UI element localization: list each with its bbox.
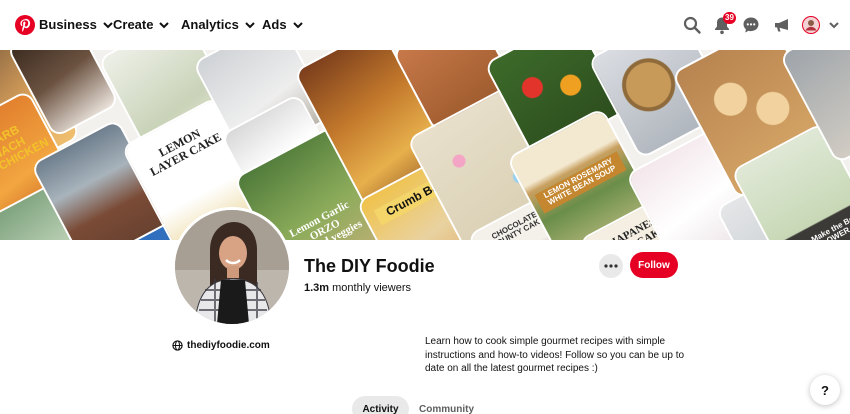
messages-icon[interactable] [741, 15, 761, 35]
analytics-menu-label: Analytics [181, 17, 239, 32]
banner-tile-caption: LEMON ROSEMARY WHITE BEAN SOUP [534, 151, 627, 214]
website-link[interactable]: thediyfoodie.com [172, 340, 270, 351]
ads-menu-label: Ads [262, 17, 287, 32]
monthly-viewers: 1.3m monthly viewers [304, 282, 411, 294]
ads-menu[interactable]: Ads [262, 17, 303, 32]
chevron-down-icon [245, 21, 255, 28]
banner-tile-caption: Lemon Garlic ORZO roasted veggies [287, 198, 365, 240]
account-avatar-icon[interactable] [801, 15, 821, 35]
globe-icon [172, 340, 183, 351]
search-icon[interactable] [682, 15, 702, 35]
business-menu-label: Business [39, 17, 97, 32]
website-url: thediyfoodie.com [187, 340, 270, 351]
help-button[interactable]: ? [810, 375, 840, 405]
tab-activity[interactable]: Activity [352, 396, 409, 414]
chevron-down-icon [159, 21, 170, 28]
more-options-button[interactable] [599, 254, 623, 278]
profile-bio: Learn how to cook simple gourmet recipes… [425, 336, 685, 374]
ellipsis-icon [604, 264, 618, 268]
banner-tile-caption: How to Make the Best CAULIFLOWER R [795, 210, 850, 240]
business-menu[interactable]: Business [39, 17, 113, 32]
megaphone-icon[interactable] [772, 15, 792, 35]
profile-photo [175, 210, 289, 324]
tab-community[interactable]: Community [419, 404, 474, 414]
profile-avatar [172, 207, 292, 327]
profile-cover-banner: CARB NACH ED CHICKEN LEMON LAYER CAKE Le… [0, 50, 850, 240]
chevron-down-icon[interactable] [828, 15, 840, 35]
pinterest-logo-icon[interactable] [15, 15, 35, 35]
monthly-viewers-label: monthly viewers [332, 282, 411, 294]
top-navigation: Business Create Analytics Ads 39 [0, 0, 850, 50]
create-menu-label: Create [113, 17, 154, 32]
chevron-down-icon [103, 21, 113, 28]
notifications-count-badge: 39 [723, 12, 736, 24]
create-menu[interactable]: Create [113, 17, 170, 32]
monthly-viewers-count: 1.3m [304, 282, 330, 294]
profile-name: The DIY Foodie [304, 256, 435, 276]
chevron-down-icon [292, 21, 303, 28]
follow-button[interactable]: Follow [630, 252, 678, 278]
analytics-menu[interactable]: Analytics [181, 17, 255, 32]
